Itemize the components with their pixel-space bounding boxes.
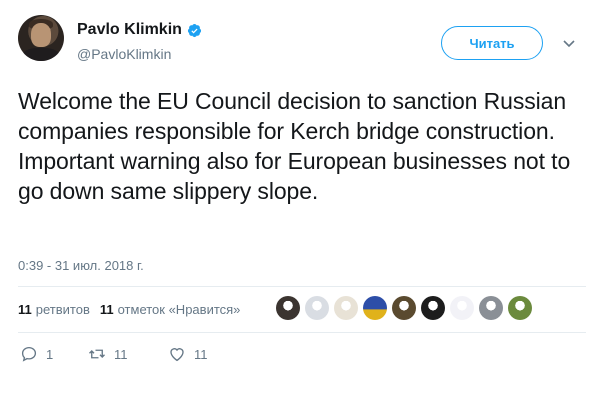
retweet-icon xyxy=(89,349,105,359)
reply-button[interactable]: 1 xyxy=(20,345,88,363)
retweet-action-count: 11 xyxy=(114,346,128,362)
like-stats[interactable]: 11 отметок «Нравится» xyxy=(100,302,241,317)
liker-avatar-2-icon[interactable] xyxy=(305,296,329,320)
like-button[interactable]: 11 xyxy=(168,345,208,363)
liker-avatar-1-icon[interactable] xyxy=(276,296,300,320)
avatar[interactable] xyxy=(18,15,64,61)
author-handle[interactable]: @PavloKlimkin xyxy=(77,46,171,62)
liker-avatars xyxy=(276,296,537,320)
retweet-button[interactable]: 11 xyxy=(88,345,168,363)
tweet-text: Welcome the EU Council decision to sanct… xyxy=(18,88,571,204)
retweet-count: 11 xyxy=(18,302,32,317)
like-count: 11 xyxy=(99,302,114,317)
tweet-timestamp[interactable]: 0:39 - 31 июл. 2018 г. xyxy=(18,258,144,273)
tweet-stats: 11 ретвитов 11 отметок «Нравится» xyxy=(18,302,250,317)
tweet-actions: 1 11 11 xyxy=(20,345,208,363)
liker-avatar-9-icon[interactable] xyxy=(508,296,532,320)
liker-avatar-4-icon[interactable] xyxy=(363,296,387,320)
liker-avatar-5-icon[interactable] xyxy=(392,296,416,320)
liker-avatar-7-icon[interactable] xyxy=(450,296,474,320)
liker-avatar-3-icon[interactable] xyxy=(334,296,358,320)
liker-avatar-8-icon[interactable] xyxy=(479,296,503,320)
display-name[interactable]: Pavlo Klimkin xyxy=(77,21,182,39)
chevron-down-icon[interactable] xyxy=(562,36,576,50)
divider xyxy=(18,286,586,287)
reply-icon xyxy=(21,346,37,362)
divider xyxy=(18,332,586,333)
retweet-stats[interactable]: 11 ретвитов xyxy=(18,302,90,317)
author-name-row[interactable]: Pavlo Klimkin xyxy=(77,21,202,39)
retweet-label: ретвитов xyxy=(35,302,90,317)
liker-avatar-6-icon[interactable] xyxy=(421,296,445,320)
verified-badge-icon xyxy=(187,23,201,37)
reply-count: 1 xyxy=(46,346,54,362)
follow-button[interactable]: Читать xyxy=(441,26,543,60)
like-label: отметок «Нравится» xyxy=(117,302,241,317)
heart-icon xyxy=(170,348,184,362)
like-action-count: 11 xyxy=(194,346,208,362)
